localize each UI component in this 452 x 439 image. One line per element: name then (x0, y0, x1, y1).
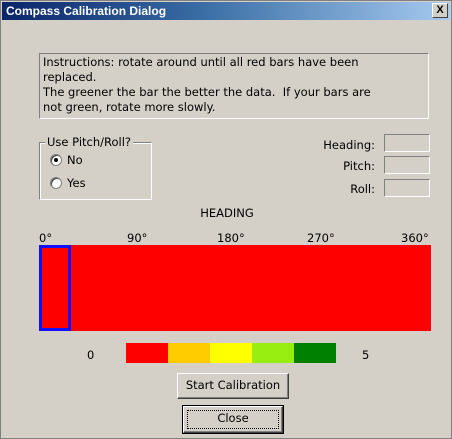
radio-yes[interactable]: Yes (50, 176, 86, 190)
heading-tick: 360° (401, 231, 429, 245)
quality-swatch (126, 343, 168, 363)
instructions-line: The greener the bar the better the data.… (43, 85, 371, 99)
focus-rect (187, 410, 279, 429)
heading-chart-title: HEADING (200, 206, 254, 220)
heading-field (384, 134, 430, 152)
pitch-label: Pitch: (343, 159, 375, 173)
heading-label: Heading: (323, 138, 375, 152)
instructions-line: Instructions: rotate around until all re… (43, 55, 359, 69)
radio-yes-label: Yes (67, 176, 86, 190)
instructions-box: Instructions: rotate around until all re… (39, 53, 429, 119)
quality-scale-max: 5 (362, 348, 370, 362)
quality-swatch (168, 343, 210, 363)
roll-field (384, 179, 430, 197)
compass-calibration-dialog: Compass Calibration Dialog X Instruction… (0, 0, 452, 439)
quality-swatch (252, 343, 294, 363)
quality-scale-min: 0 (87, 348, 95, 362)
heading-tick: 0° (39, 231, 53, 245)
pitch-roll-group: Use Pitch/Roll? No Yes (39, 135, 152, 200)
roll-label: Roll: (350, 182, 375, 196)
radio-no-label: No (67, 153, 83, 167)
radio-no-button[interactable] (50, 154, 62, 166)
pitch-roll-legend: Use Pitch/Roll? (45, 135, 134, 149)
radio-yes-button[interactable] (50, 177, 62, 189)
instructions-line: not green, rotate more slowly. (43, 100, 216, 114)
heading-tick: 180° (217, 231, 245, 245)
radio-no[interactable]: No (50, 153, 83, 167)
quality-swatch (294, 343, 336, 363)
quality-swatch (210, 343, 252, 363)
quality-scale (126, 343, 336, 363)
start-calibration-button[interactable]: Start Calibration (177, 373, 289, 399)
close-button[interactable]: Close (182, 405, 284, 434)
heading-tick: 90° (127, 231, 148, 245)
window-title: Compass Calibration Dialog (6, 4, 167, 18)
heading-cursor (39, 245, 71, 331)
close-icon[interactable]: X (432, 3, 448, 18)
heading-tick: 270° (307, 231, 335, 245)
pitch-field (384, 156, 430, 174)
instructions-line: replaced. (43, 70, 97, 84)
title-bar[interactable]: Compass Calibration Dialog X (2, 2, 450, 20)
heading-coverage-bar (39, 245, 431, 331)
